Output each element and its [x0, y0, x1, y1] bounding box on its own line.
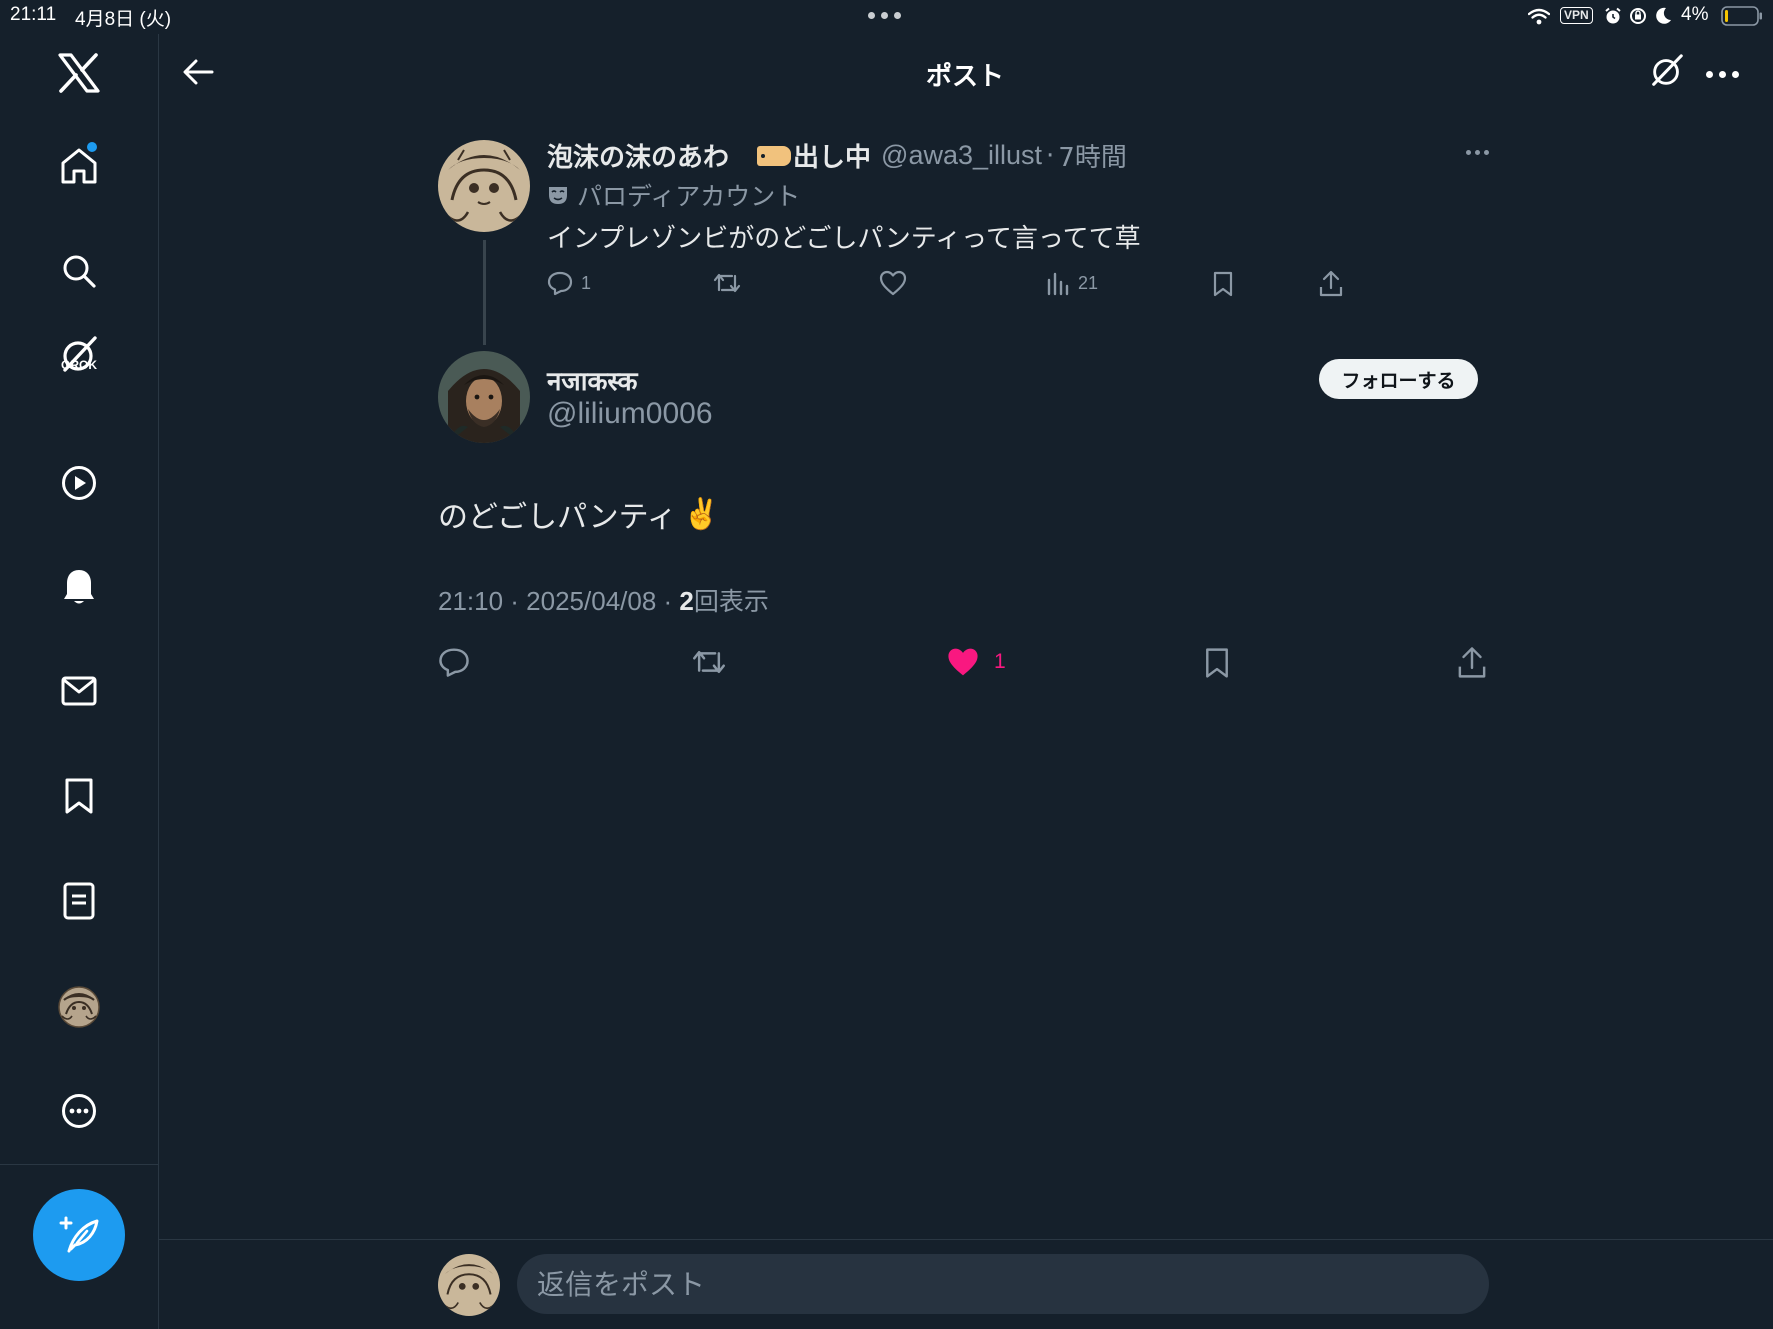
wifi-icon [1528, 8, 1550, 25]
parody-label-text: パロディアカウント [577, 182, 801, 211]
status-time: 21:11 [10, 4, 57, 25]
orientation-lock-icon [1630, 8, 1646, 24]
views-chart-icon [1047, 272, 1069, 296]
reply-bar-divider [158, 1239, 1773, 1240]
heart-filled-icon [948, 648, 978, 676]
parent-post-header: 泡沫の沫のあわ 出し中 @awa3_illust · 7時間 [547, 137, 1127, 174]
reply-icon [547, 271, 573, 296]
main-post-view-suffix: 回表示 [693, 587, 769, 616]
status-date: 4月8日 (火) [75, 9, 172, 30]
main-post-display-name[interactable]: नजाकस्क [547, 362, 638, 398]
profile-avatar[interactable] [44, 972, 114, 1042]
share-icon [1319, 270, 1343, 297]
more-options-circle-icon[interactable] [44, 1076, 114, 1146]
status-bar: 21:11 4月8日 (火) VPN 4% [0, 0, 1773, 34]
main-reply-button[interactable] [438, 646, 470, 678]
header-more-button[interactable] [1702, 56, 1742, 92]
heart-outline-icon [879, 270, 907, 296]
thread-connector-line [483, 240, 486, 345]
grok-label: GROK [61, 358, 97, 372]
main-post-text-body: のどごしパンティ [438, 500, 677, 535]
parent-post-display-name[interactable]: 泡沫の沫のあわ [547, 137, 729, 174]
parent-post-handle[interactable]: @awa3_illust [881, 140, 1042, 171]
main-post-handle[interactable]: @lilium0006 [547, 397, 713, 431]
main-bookmark-button[interactable] [1203, 646, 1231, 680]
main-like-button[interactable]: 1 [946, 646, 1006, 678]
alarm-icon [1605, 7, 1621, 24]
parent-like-button[interactable] [879, 270, 907, 296]
follow-button[interactable]: フォローする [1319, 359, 1478, 399]
parent-post-more-button[interactable] [1462, 140, 1492, 164]
main-post-view-count: 2 [679, 586, 694, 616]
parent-reply-button[interactable]: 1 [547, 270, 591, 296]
repost-icon [713, 273, 741, 293]
bookmarks-icon[interactable] [44, 761, 114, 831]
parent-post-text: インプレゾンビがのどごしパンティって言ってて草 [547, 224, 1141, 254]
main-post-avatar[interactable] [438, 351, 530, 443]
main-like-count: 1 [994, 650, 1006, 673]
compose-quill-icon [59, 1216, 99, 1253]
bookmark-icon [1213, 271, 1233, 297]
messages-mail-icon[interactable] [44, 656, 114, 726]
main-post-meta: 21:10 · 2025/04/08 · 2回表示 [438, 582, 769, 618]
parent-share-button[interactable] [1318, 270, 1344, 298]
bookmark-icon [1206, 648, 1228, 678]
video-play-icon[interactable] [44, 448, 114, 518]
parent-post-time: 7時間 [1058, 143, 1127, 173]
back-arrow-icon [183, 59, 214, 85]
home-notification-dot [87, 142, 97, 152]
main-post-text: のどごしパンティ ✌️ [438, 492, 720, 536]
victory-hand-emoji: ✌️ [682, 496, 721, 532]
multitasking-dots-icon[interactable] [868, 12, 901, 19]
grok-header-button[interactable] [1648, 52, 1688, 92]
parody-mask-icon [549, 187, 567, 204]
parent-repost-button[interactable] [712, 270, 742, 296]
compose-post-button[interactable] [33, 1189, 125, 1281]
parody-account-label: パロディアカウント [547, 177, 800, 213]
vpn-badge: VPN [1560, 7, 1593, 24]
repost-icon [693, 650, 726, 674]
x-logo-icon[interactable] [44, 38, 114, 108]
parent-post-avatar[interactable] [438, 140, 530, 232]
main-post-display-name-text: नजाकस्क [547, 367, 638, 397]
tag-label-icon [757, 145, 792, 166]
battery-percent: 4% [1681, 4, 1709, 25]
reply-composer-avatar [438, 1254, 500, 1316]
reply-icon [439, 648, 469, 677]
back-button[interactable] [176, 50, 220, 94]
grok-icon [1652, 54, 1683, 86]
page-title: ポスト [925, 62, 1004, 92]
parent-bookmark-button[interactable] [1212, 270, 1234, 298]
notifications-bell-icon[interactable] [44, 552, 114, 622]
reply-input[interactable] [517, 1254, 1489, 1314]
parent-post-separator: · [1046, 140, 1055, 171]
main-post-timestamp: 21:10 · 2025/04/08 · [438, 586, 680, 616]
parent-reply-count: 1 [581, 272, 592, 293]
search-icon[interactable] [44, 236, 114, 306]
moon-icon [1656, 7, 1671, 24]
sidebar-divider [0, 1164, 158, 1165]
parent-post-name-suffix: 出し中 [793, 143, 872, 173]
home-icon[interactable] [44, 131, 114, 201]
main-share-button[interactable] [1456, 646, 1488, 680]
parent-view-count: 21 [1078, 272, 1099, 293]
parent-views-button[interactable]: 21 [1046, 270, 1098, 296]
main-repost-button[interactable] [690, 646, 728, 678]
lists-icon[interactable] [44, 866, 114, 936]
battery-icon [1721, 6, 1762, 26]
share-icon [1458, 647, 1486, 678]
